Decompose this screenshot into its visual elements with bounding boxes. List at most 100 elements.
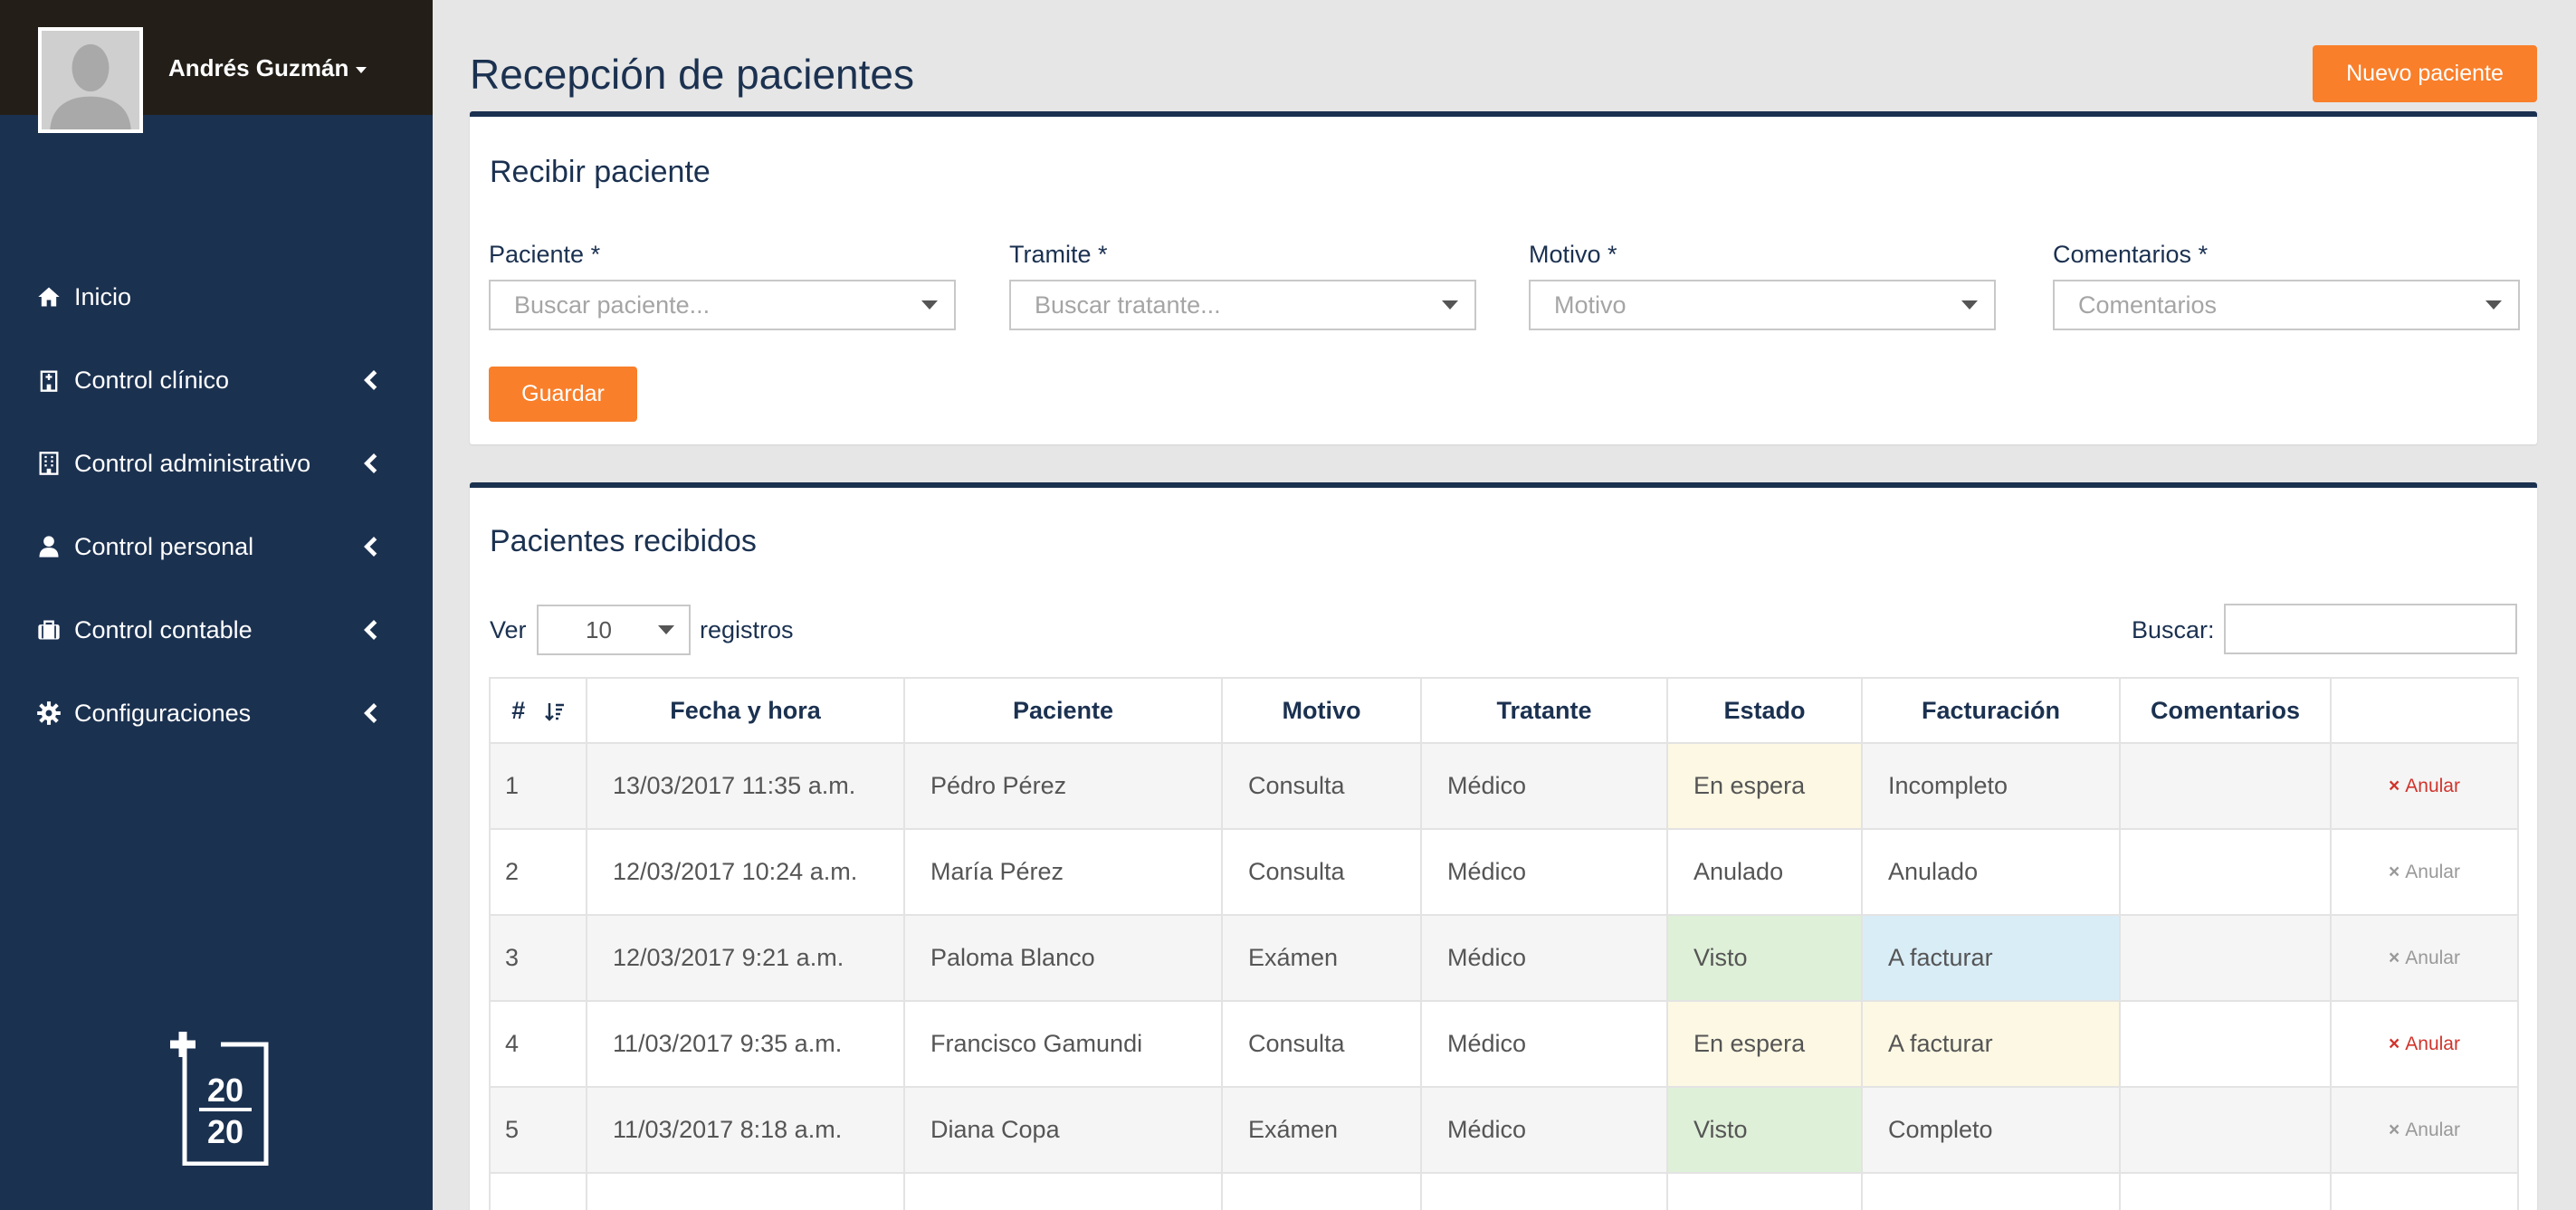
app-logo: 20 20 <box>170 1032 269 1166</box>
page-size-select[interactable]: 10 <box>537 605 691 655</box>
cancel-link-label: Anular <box>2405 1033 2460 1054</box>
cancel-link-label: Anular <box>2405 947 2460 968</box>
reason-select-placeholder: Motivo <box>1554 291 1627 319</box>
user-menu[interactable]: Andrés Guzmán <box>168 54 367 82</box>
records-label: registros <box>700 616 794 643</box>
procedure-select[interactable]: Buscar tratante... <box>1009 280 1476 330</box>
row-patient: Pédro Pérez <box>903 742 1223 830</box>
dropdown-arrow-icon <box>658 625 674 634</box>
close-icon: × <box>2389 775 2400 796</box>
row-doctor: Médico <box>1420 1086 1668 1174</box>
close-icon: × <box>2389 947 2400 968</box>
row-reason: Consulta <box>1221 828 1422 916</box>
page-title: Recepción de pacientes <box>470 51 914 98</box>
column-header-doctor[interactable]: Tratante <box>1420 677 1668 744</box>
new-patient-button[interactable]: Nuevo paciente <box>2313 45 2537 102</box>
reason-field-label: Motivo * <box>1529 241 1617 268</box>
row-billing: Completo <box>1861 1086 2121 1174</box>
sidebar-item-control-contable[interactable]: Control contable <box>0 588 433 672</box>
reason-select[interactable]: Motivo <box>1529 280 1996 330</box>
row-actions: × Anular <box>2330 742 2519 830</box>
panel-title: Pacientes recibidos <box>490 524 757 558</box>
sidebar: Andrés Guzmán Inicio Control clínico Con… <box>0 0 433 1210</box>
comments-select[interactable]: Comentarios <box>2053 280 2520 330</box>
search-label: Buscar: <box>2132 616 2215 643</box>
row-reason: Exámen <box>1221 914 1422 1002</box>
column-header-actions <box>2330 677 2519 744</box>
empty-cell <box>903 1172 1223 1210</box>
empty-cell <box>489 1172 587 1210</box>
row-number: 3 <box>489 914 587 1002</box>
save-button[interactable]: Guardar <box>489 367 637 422</box>
cancel-link[interactable]: × Anular <box>2389 1119 2460 1140</box>
patient-select-placeholder: Buscar paciente... <box>514 291 711 319</box>
search-input[interactable] <box>2224 604 2517 654</box>
sidebar-item-control-administrativo[interactable]: Control administrativo <box>0 422 433 505</box>
cancel-link[interactable]: × Anular <box>2389 948 2460 968</box>
briefcase-icon <box>38 620 60 640</box>
home-icon <box>38 287 60 307</box>
row-comments <box>2119 828 2332 916</box>
sidebar-item-inicio[interactable]: Inicio <box>0 255 433 338</box>
comments-select-placeholder: Comentarios <box>2078 291 2218 319</box>
dropdown-arrow-icon <box>1442 300 1458 310</box>
cancel-link-label: Anular <box>2405 861 2460 882</box>
table-row: 3 12/03/2017 9:21 a.m. Paloma Blanco Exá… <box>489 914 2519 1002</box>
chevron-left-icon <box>364 620 377 640</box>
table-row: 4 11/03/2017 9:35 a.m. Francisco Gamundi… <box>489 1000 2519 1088</box>
hospital-icon <box>40 370 58 392</box>
row-reason: Consulta <box>1221 1000 1422 1088</box>
row-datetime: 11/03/2017 8:18 a.m. <box>586 1086 905 1174</box>
dropdown-arrow-icon <box>1961 300 1978 310</box>
column-header-billing[interactable]: Facturación <box>1861 677 2121 744</box>
chevron-left-icon <box>364 703 377 723</box>
table-header-row: # Fecha y hora Paciente Motivo Tratante … <box>489 677 2519 744</box>
sidebar-item-control-clinico[interactable]: Control clínico <box>0 338 433 422</box>
row-reason: Exámen <box>1221 1086 1422 1174</box>
avatar[interactable] <box>38 27 143 133</box>
row-patient: Diana Copa <box>903 1086 1223 1174</box>
logo-bottom-text: 20 <box>207 1113 243 1150</box>
cancel-link[interactable]: × Anular <box>2389 776 2460 796</box>
avatar-placeholder-icon <box>42 31 139 129</box>
row-billing: Incompleto <box>1861 742 2121 830</box>
row-comments <box>2119 742 2332 830</box>
column-header-datetime[interactable]: Fecha y hora <box>586 677 905 744</box>
row-actions: × Anular <box>2330 1086 2519 1174</box>
empty-cell <box>1861 1172 2121 1210</box>
procedure-select-placeholder: Buscar tratante... <box>1035 291 1221 319</box>
cancel-link-label: Anular <box>2405 775 2460 796</box>
received-patients-panel: Pacientes recibidos Ver 10 registros Bus… <box>470 482 2537 1210</box>
patients-table: # Fecha y hora Paciente Motivo Tratante … <box>489 677 2519 1210</box>
gear-icon <box>37 701 61 725</box>
empty-cell <box>1420 1172 1668 1210</box>
sidebar-nav: Inicio Control clínico Control administr… <box>0 255 433 755</box>
sidebar-item-configuraciones[interactable]: Configuraciones <box>0 672 433 755</box>
cancel-link[interactable]: × Anular <box>2389 862 2460 882</box>
column-header-patient[interactable]: Paciente <box>903 677 1223 744</box>
column-header-status[interactable]: Estado <box>1666 677 1863 744</box>
row-datetime: 13/03/2017 11:35 a.m. <box>586 742 905 830</box>
column-header-number[interactable]: # <box>489 677 587 744</box>
dropdown-arrow-icon <box>2485 300 2502 310</box>
column-header-reason[interactable]: Motivo <box>1221 677 1422 744</box>
sidebar-item-label: Control contable <box>74 615 253 643</box>
row-patient: Paloma Blanco <box>903 914 1223 1002</box>
row-actions: × Anular <box>2330 914 2519 1002</box>
row-billing: A facturar <box>1861 914 2121 1002</box>
row-billing: Anulado <box>1861 828 2121 916</box>
row-datetime: 11/03/2017 9:35 a.m. <box>586 1000 905 1088</box>
chevron-left-icon <box>364 537 377 557</box>
page-size-value: 10 <box>586 615 612 643</box>
column-header-comments[interactable]: Comentarios <box>2119 677 2332 744</box>
row-doctor: Médico <box>1420 914 1668 1002</box>
patient-select[interactable]: Buscar paciente... <box>489 280 956 330</box>
sidebar-item-control-personal[interactable]: Control personal <box>0 505 433 588</box>
row-patient: María Pérez <box>903 828 1223 916</box>
row-reason: Consulta <box>1221 742 1422 830</box>
cancel-link[interactable]: × Anular <box>2389 1034 2460 1054</box>
row-number: 1 <box>489 742 587 830</box>
building-icon <box>39 452 59 475</box>
cancel-link-label: Anular <box>2405 1119 2460 1140</box>
row-datetime: 12/03/2017 9:21 a.m. <box>586 914 905 1002</box>
